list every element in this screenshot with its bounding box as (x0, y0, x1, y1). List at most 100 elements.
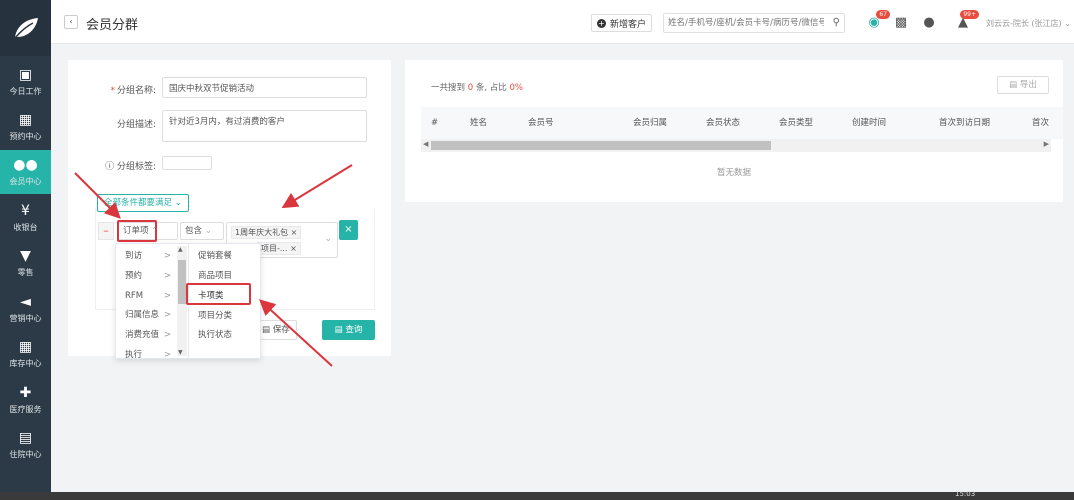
close-icon[interactable]: × (291, 228, 298, 237)
back-button[interactable]: ‹ (64, 15, 78, 29)
new-customer-button[interactable]: + 新增客户 (591, 14, 653, 32)
sidebar-item-label: 住院中心 (9, 450, 42, 459)
search-input[interactable] (664, 14, 824, 32)
chevron-down-icon: ⌄ (324, 234, 332, 244)
document-icon[interactable]: ▩ (893, 15, 909, 31)
sidebar-item-medical[interactable]: ✚ 医疗服务 (0, 378, 51, 422)
cascader-option-ownership[interactable]: 归属信息 > (116, 305, 176, 325)
sidebar-item-today-work[interactable]: ▣ 今日工作 (0, 60, 51, 104)
page-title: 会员分群 (86, 18, 139, 33)
result-ratio: 0% (509, 83, 523, 93)
remove-condition-button[interactable]: – (98, 222, 114, 240)
clear-condition-button[interactable]: × (339, 220, 358, 240)
user-menu[interactable]: 刘云云-院长 (张江店) ⌄ (986, 18, 1071, 29)
sidebar: ▣ 今日工作 ▦ 预约中心 ●● 会员中心 ¥ 收银台 ▼ 零售 ◄ 营销中心 … (0, 0, 51, 500)
save-label: 保存 (272, 325, 290, 335)
megaphone-icon: ◄ (20, 294, 31, 310)
search-icon[interactable]: ⚲ (833, 17, 840, 28)
chart-icon: ▤ (1009, 80, 1020, 90)
results-panel: 一共搜到 0 条, 占比 0% ▤ 导出 # 姓名 会员号 会员归属 会员状态 … (405, 60, 1063, 202)
sidebar-item-cashier[interactable]: ¥ 收银台 (0, 196, 51, 240)
sidebar-item-retail[interactable]: ▼ 零售 (0, 241, 51, 285)
group-name-input[interactable]: 国庆中秋双节促销活动 (162, 77, 367, 98)
column-header: 首次到访日期 (939, 118, 991, 128)
scroll-down-icon[interactable]: ▼ (178, 349, 183, 356)
sidebar-item-label: 库存中心 (9, 359, 42, 368)
query-button[interactable]: ▤ 查询 (322, 320, 375, 340)
highlight-box-field (117, 220, 157, 242)
condition-operator-select[interactable]: 包含 ⌄ (180, 222, 224, 240)
help-icon: ⓘ (105, 162, 117, 172)
group-name-label: * 分组名称: (110, 86, 156, 96)
scroll-right-icon[interactable]: ▶ (1044, 140, 1049, 148)
cascader-option-promo-package[interactable]: 促销套餐 (190, 246, 261, 266)
cascader-scroll-thumb[interactable] (178, 260, 186, 304)
group-desc-label: 分组描述: (116, 120, 156, 130)
sidebar-item-label: 医疗服务 (9, 405, 42, 414)
clipboard-icon: ▤ (18, 430, 33, 446)
sidebar-item-label: 收银台 (13, 223, 38, 232)
query-label: 查询 (345, 325, 363, 335)
yen-icon: ¥ (21, 203, 30, 219)
scroll-left-icon[interactable]: ◀ (423, 140, 428, 148)
new-customer-label: 新增客户 (610, 19, 647, 30)
column-header: 会员号 (528, 118, 554, 128)
cascader-option-item-category[interactable]: 项目分类 (190, 306, 261, 326)
table-horizontal-scrollbar[interactable]: ◀ ▶ (421, 139, 1051, 152)
sidebar-item-label: 会员中心 (9, 177, 42, 186)
scroll-up-icon[interactable]: ▲ (178, 246, 183, 253)
table-scroll-thumb[interactable] (431, 141, 771, 150)
export-button[interactable]: ▤ 导出 (997, 76, 1049, 94)
sidebar-item-inpatient[interactable]: ▤ 住院中心 (0, 423, 51, 467)
condition-mode-select[interactable]: 全部条件都要满足 ⌄ (97, 194, 189, 212)
cascader-option-execution[interactable]: 执行 > (116, 345, 176, 358)
cascader-option-consumption[interactable]: 消费充值 > (116, 325, 176, 345)
result-count: 0 (467, 83, 474, 93)
cascader-option-appointment[interactable]: 预约 > (116, 266, 176, 286)
result-summary: 一共搜到 0 条, 占比 0% (431, 83, 523, 93)
notification-badge: 99+ (960, 10, 979, 19)
user-name: 刘云云-院长 (张江店) (986, 19, 1062, 28)
cascader-option-visit[interactable]: 到访 > (116, 246, 176, 266)
top-header: ‹ 会员分群 + 新增客户 ⚲ ◉ 67 ▩ ● ▲ 99+ 刘云云-院长 (张… (51, 0, 1074, 44)
sidebar-item-marketing[interactable]: ◄ 营销中心 (0, 287, 51, 331)
column-header: 会员类型 (779, 118, 814, 128)
condition-operator-value: 包含 (185, 226, 203, 236)
sidebar-item-inventory[interactable]: ▦ 库存中心 (0, 332, 51, 376)
cascader-option-rfm[interactable]: RFM > (116, 286, 176, 306)
group-tag-input[interactable] (162, 156, 212, 170)
contacts-icon[interactable]: ● (921, 15, 937, 31)
medkit-icon: ✚ (19, 385, 32, 401)
save-icon: ▤ (262, 325, 273, 335)
sidebar-item-member[interactable]: ●● 会员中心 (0, 150, 51, 194)
chevron-down-icon: ⌄ (1064, 19, 1071, 28)
column-header: 创建时间 (852, 118, 887, 128)
sidebar-item-label: 预约中心 (9, 132, 42, 141)
logo (0, 0, 51, 56)
search-doc-icon: ▤ (334, 325, 346, 335)
wechat-icon[interactable]: ◉ 67 (866, 10, 890, 31)
chevron-down-icon: ⌄ (204, 226, 212, 236)
table-header: # 姓名 会员号 会员归属 会员状态 会员类型 创建时间 首次到访日期 首次 (421, 107, 1063, 139)
customer-search: ⚲ (663, 13, 845, 33)
column-header: 姓名 (470, 118, 488, 128)
value-tag: 1周年庆大礼包 × (231, 226, 302, 239)
close-icon[interactable]: × (290, 244, 297, 253)
cascader-option-exec-status[interactable]: 执行状态 (190, 325, 261, 345)
column-header: # (431, 118, 439, 128)
calendar-icon: ▦ (18, 112, 33, 128)
grid-icon: ▦ (18, 339, 33, 355)
value-tag: 项目-... × (257, 242, 301, 255)
condition-mode-label: 全部条件都要满足 (104, 198, 173, 208)
group-desc-textarea[interactable]: 针对近3月内，有过消费的客户 (162, 110, 367, 142)
os-taskbar: 15:03 (0, 490, 1074, 500)
save-button[interactable]: ▤ 保存 (255, 320, 297, 340)
highlight-box-card-items (186, 283, 251, 305)
column-header: 首次 (1032, 118, 1050, 128)
group-tag-label: ⓘ 分组标签: (105, 162, 156, 172)
sidebar-item-appointment[interactable]: ▦ 预约中心 (0, 105, 51, 149)
users-icon: ●● (13, 157, 38, 173)
column-header: 会员归属 (633, 118, 668, 128)
sidebar-item-label: 营销中心 (9, 314, 42, 323)
bell-icon[interactable]: ▲ 99+ (955, 10, 979, 31)
